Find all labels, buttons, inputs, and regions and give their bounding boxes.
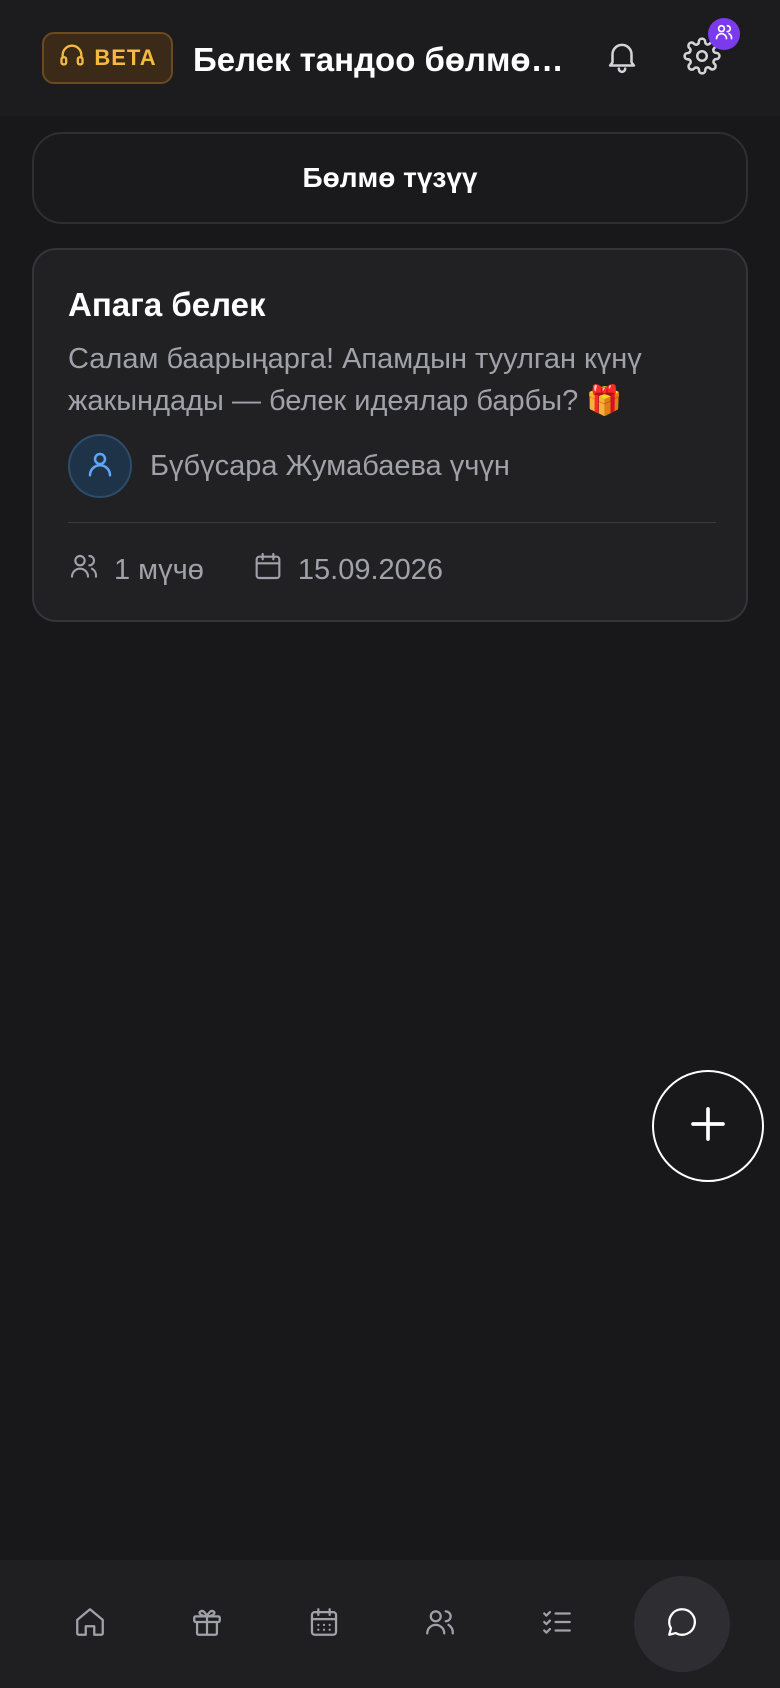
nav-gifts[interactable] bbox=[157, 1560, 257, 1688]
users-icon bbox=[714, 22, 734, 47]
nav-home[interactable] bbox=[40, 1560, 140, 1688]
bottom-nav bbox=[0, 1560, 780, 1688]
create-room-button[interactable]: Бөлмө түзүү bbox=[32, 132, 748, 224]
room-description: Салам баарыңарга! Апамдын туулган күнү ж… bbox=[68, 343, 642, 417]
plus-icon bbox=[688, 1104, 728, 1149]
users-icon bbox=[423, 1605, 457, 1644]
room-date: 15.09.2026 bbox=[297, 553, 444, 586]
divider bbox=[68, 522, 716, 523]
nav-tasks[interactable] bbox=[507, 1560, 607, 1688]
nav-friends[interactable] bbox=[390, 1560, 490, 1688]
page-title: Белек тандоо бөлмөлө... bbox=[193, 41, 583, 78]
calendar-icon bbox=[252, 550, 284, 590]
room-recipient: Бүбүсара Жумабаева үчүн bbox=[68, 434, 510, 498]
headset-icon bbox=[58, 41, 86, 75]
members-count: 1 мүчө bbox=[114, 553, 204, 586]
avatar bbox=[68, 434, 132, 498]
beta-label: BETA bbox=[94, 45, 157, 70]
bell-icon bbox=[603, 37, 641, 80]
gift-icon bbox=[190, 1605, 224, 1644]
top-bar: BETA Белек тандоо бөлмөлө... bbox=[0, 0, 780, 116]
nav-chat[interactable] bbox=[634, 1576, 730, 1672]
users-icon bbox=[68, 550, 100, 590]
home-icon bbox=[73, 1605, 107, 1644]
room-title: Апага белек bbox=[68, 286, 266, 323]
calendar-icon bbox=[307, 1605, 341, 1644]
tasks-icon bbox=[540, 1605, 574, 1644]
nav-calendar[interactable] bbox=[274, 1560, 374, 1688]
users-badge[interactable] bbox=[708, 18, 740, 50]
notifications-button[interactable] bbox=[594, 30, 650, 86]
add-room-fab[interactable] bbox=[652, 1070, 764, 1182]
beta-badge[interactable]: BETA bbox=[42, 32, 173, 84]
room-meta: 1 мүчө 15.09.2026 bbox=[68, 550, 443, 590]
app-root: BETA Белек тандоо бөлмөлө... Бөлмө түзүү… bbox=[0, 0, 780, 1688]
room-card[interactable]: Апага белек Салам баарыңарга! Апамдын ту… bbox=[32, 248, 748, 622]
user-icon bbox=[85, 449, 115, 484]
chat-icon bbox=[665, 1605, 699, 1644]
recipient-text: Бүбүсара Жумабаева үчүн bbox=[150, 449, 510, 482]
